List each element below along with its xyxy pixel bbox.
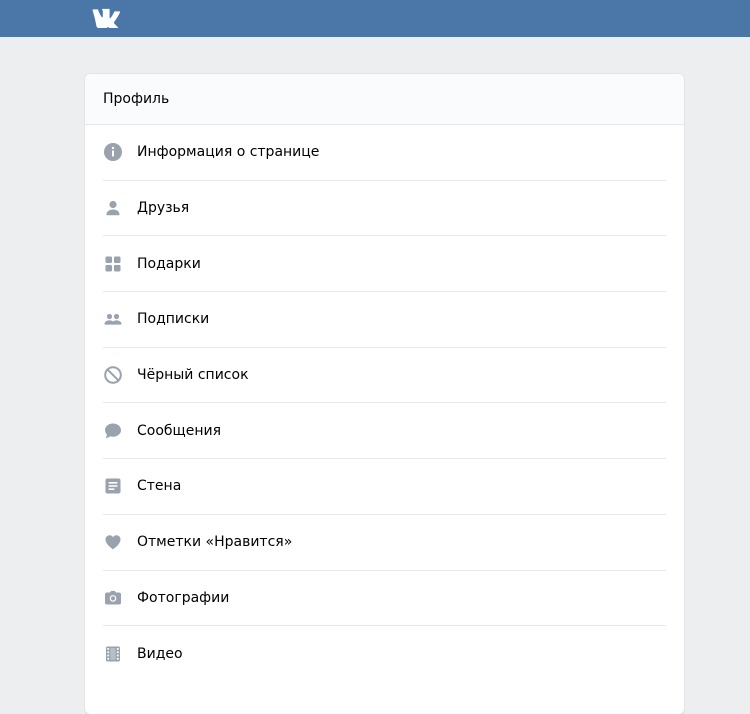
- block-icon: [103, 365, 123, 385]
- menu-item-likes[interactable]: Отметки «Нравится»: [103, 515, 666, 571]
- menu-item-label: Видео: [137, 646, 183, 663]
- menu-item-label: Отметки «Нравится»: [137, 534, 293, 551]
- wall-icon: [103, 476, 123, 496]
- message-icon: [103, 421, 123, 441]
- menu-item-page-info[interactable]: Информация о странице: [103, 125, 666, 181]
- menu-item-label: Сообщения: [137, 422, 222, 439]
- card-title: Профиль: [103, 91, 170, 107]
- video-icon: [103, 644, 123, 664]
- menu-item-label: Чёрный список: [137, 367, 249, 384]
- menu-item-label: Подарки: [137, 255, 201, 272]
- menu-item-label: Фотографии: [137, 589, 230, 606]
- menu-item-subscriptions[interactable]: Подписки: [103, 292, 666, 348]
- menu-item-photos[interactable]: Фотографии: [103, 571, 666, 627]
- menu-item-label: Друзья: [137, 200, 190, 217]
- menu-item-wall[interactable]: Стена: [103, 459, 666, 515]
- menu-item-video[interactable]: Видео: [103, 626, 666, 682]
- info-icon: [103, 142, 123, 162]
- profile-menu: Информация о странице Друзья Подарки Под…: [85, 125, 684, 682]
- heart-icon: [103, 532, 123, 552]
- card-header: Профиль: [85, 74, 684, 125]
- top-bar: [0, 0, 750, 37]
- menu-item-label: Подписки: [137, 311, 210, 328]
- camera-icon: [103, 588, 123, 608]
- menu-item-label: Стена: [137, 478, 182, 495]
- profile-settings-card: Профиль Информация о странице Друзья Под…: [85, 74, 684, 714]
- menu-item-label: Информация о странице: [137, 144, 320, 161]
- gift-icon: [103, 254, 123, 274]
- user-icon: [103, 198, 123, 218]
- menu-item-blacklist[interactable]: Чёрный список: [103, 348, 666, 404]
- menu-item-gifts[interactable]: Подарки: [103, 236, 666, 293]
- menu-item-messages[interactable]: Сообщения: [103, 403, 666, 460]
- menu-item-friends[interactable]: Друзья: [103, 181, 666, 237]
- users-icon: [103, 309, 123, 329]
- vk-logo-icon[interactable]: [92, 6, 124, 28]
